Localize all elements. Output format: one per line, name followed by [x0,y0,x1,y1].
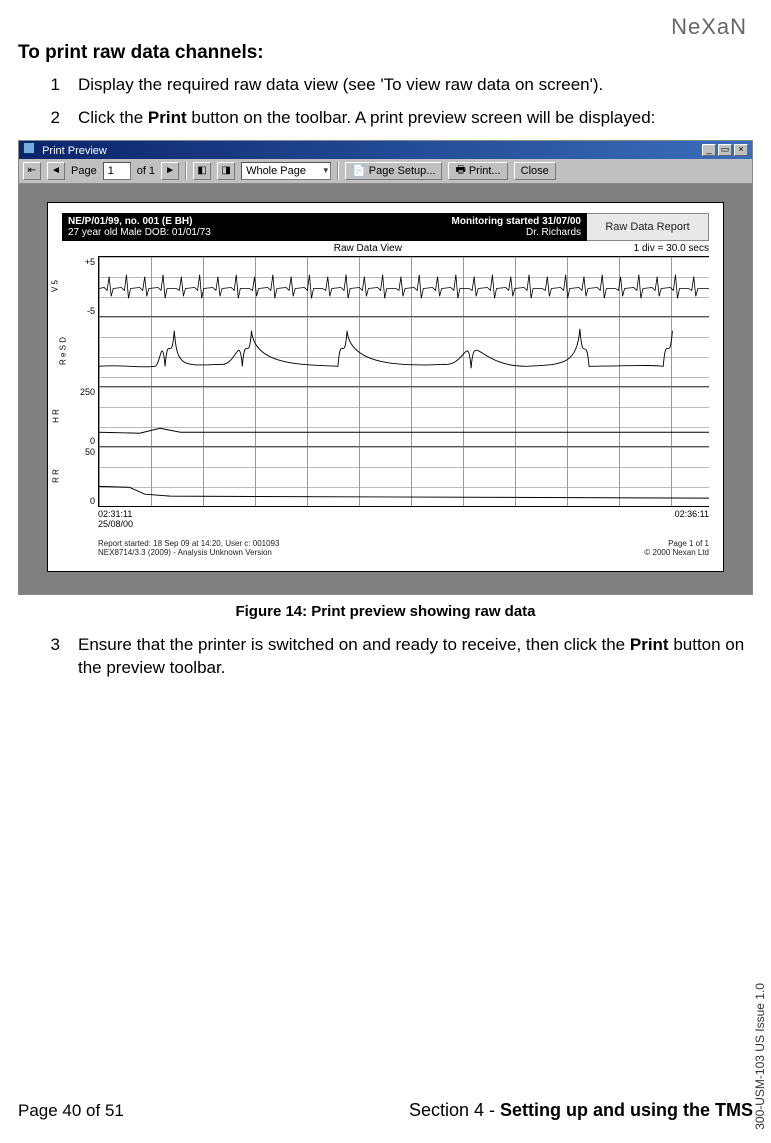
report-header-bar: NE/P/01/99, no. 001 (E BH) Monitoring st… [62,213,587,241]
step-2: 2 Click the Print button on the toolbar.… [44,107,753,130]
preview-toolbar: ⇤ ◄ Page 1 of 1 ► ◧ ◨ Whole Page 📄 Page … [19,159,752,184]
axis-label: R e S D [59,337,68,365]
step-1: 1 Display the required raw data view (se… [44,74,753,97]
close-button[interactable]: × [734,144,748,156]
first-page-button[interactable]: ⇤ [23,162,41,180]
chart-resp: R e S D [99,316,709,386]
step-text: Display the required raw data view (see … [78,74,753,97]
close-preview-button[interactable]: Close [514,162,556,180]
page-setup-button[interactable]: 📄 Page Setup... [345,162,442,180]
printer-icon: 🖶 [455,161,465,180]
page-number: Page 40 of 51 [18,1101,124,1121]
page-label: Page [71,165,97,177]
time-end: 02:36:11 [675,509,709,529]
axis-label: V 5 [51,280,60,292]
chart-scale-note: 1 div = 30.0 secs [634,243,709,254]
section-label: Section 4 - Setting up and using the TMS [409,1100,753,1121]
preview-client-area: NE/P/01/99, no. 001 (E BH) Monitoring st… [19,184,752,594]
step-number: 2 [44,107,60,130]
chart-title: Raw Data View [334,243,402,254]
zoom-width-button[interactable]: ◨ [217,162,235,180]
step-number: 1 [44,74,60,97]
window-titlebar: Print Preview _ ▭ × [19,141,752,159]
page-count-label: of 1 [137,165,155,177]
report-footer: Report started: 18 Sep 09 at 14:20, User… [98,539,709,557]
document-id-sidebar: 300-USM-103 US Issue 1.0 [753,983,767,1130]
report-type-box: Raw Data Report [587,213,709,241]
window-title: Print Preview [42,145,107,157]
print-button[interactable]: 🖶 Print... [448,162,507,180]
zoom-select[interactable]: Whole Page [241,162,331,180]
y-tick: 0 [90,436,95,446]
y-tick: +5 [85,257,95,267]
axis-label: H R [51,409,60,423]
y-tick: 0 [90,496,95,506]
step-3: 3 Ensure that the printer is switched on… [44,634,753,680]
zoom-fit-button[interactable]: ◧ [193,162,211,180]
step-text: Ensure that the printer is switched on a… [78,634,753,680]
chart-stack: V 5 +5 -5 R e S D [98,256,709,507]
time-start: 02:31:11 25/08/00 [98,509,133,529]
print-preview-window: Print Preview _ ▭ × ⇤ ◄ Page 1 of 1 ► ◧ … [18,140,753,595]
report-page: NE/P/01/99, no. 001 (E BH) Monitoring st… [47,202,724,572]
step-number: 3 [44,634,60,680]
page-setup-icon: 📄 [352,164,366,177]
chart-hr: H R 250 0 [99,386,709,446]
y-tick: 250 [80,387,95,397]
brand-logo: NeXaN [671,14,747,40]
chart-v5: V 5 +5 -5 [99,256,709,316]
page-number-field[interactable]: 1 [103,162,131,180]
minimize-button[interactable]: _ [702,144,716,156]
y-tick: 50 [85,447,95,457]
maximize-button[interactable]: ▭ [718,144,732,156]
next-page-button[interactable]: ► [161,162,179,180]
figure-caption: Figure 14: Print preview showing raw dat… [18,603,753,620]
chart-rr: R R 50 0 [99,446,709,506]
axis-label: R R [51,469,60,483]
y-tick: -5 [87,306,95,316]
section-heading: To print raw data channels: [18,42,753,64]
prev-page-button[interactable]: ◄ [47,162,65,180]
app-icon [23,142,35,154]
step-text: Click the Print button on the toolbar. A… [78,107,753,130]
